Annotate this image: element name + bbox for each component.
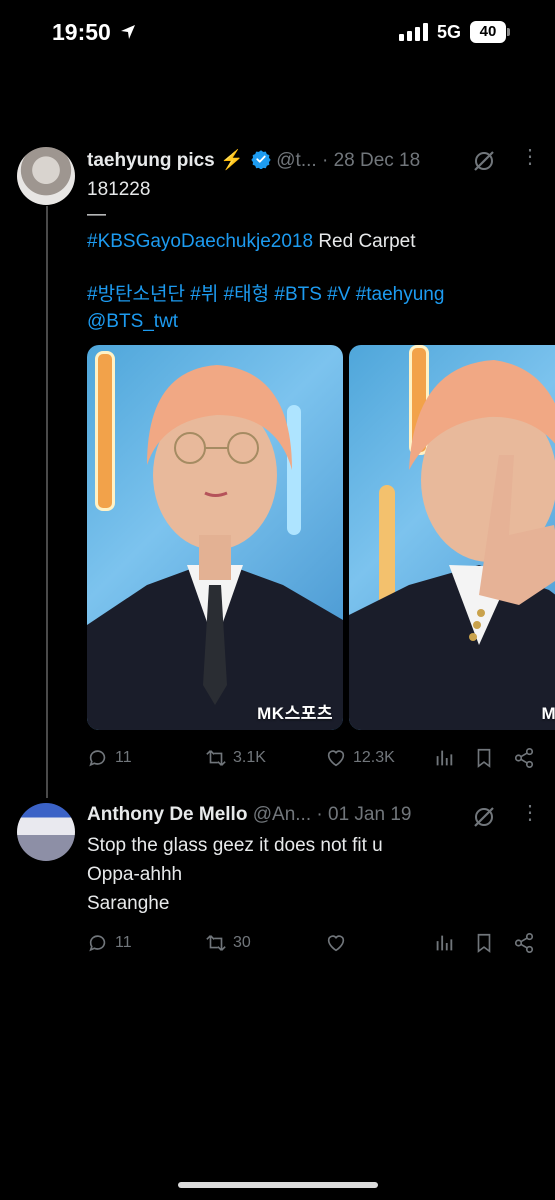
tweet-header: taehyung pics ⚡ @t... · 28 Dec 18 <box>87 148 420 174</box>
status-time: 19:50 <box>52 19 111 45</box>
bookmark-button[interactable] <box>473 745 495 771</box>
battery-level: 40 <box>470 21 506 43</box>
repost-button[interactable]: 3.1K <box>205 745 266 771</box>
views-chart-icon <box>436 935 453 951</box>
separator-dot: · <box>316 804 323 825</box>
reply-count: 11 <box>115 934 132 951</box>
bookmark-icon <box>477 933 491 953</box>
home-indicator[interactable] <box>178 1182 378 1188</box>
heart-icon <box>327 935 345 952</box>
tweet-text-line: Oppa-ahhh <box>87 864 183 885</box>
like-count: 12.3K <box>353 749 395 766</box>
reply-button[interactable]: 11 <box>87 930 132 956</box>
views-button[interactable] <box>433 930 455 956</box>
repost-count: 30 <box>233 934 251 951</box>
mention-link[interactable]: @BTS_twt <box>87 307 178 336</box>
thread-connector-line <box>46 206 48 798</box>
reply-count: 11 <box>115 749 132 766</box>
repost-icon <box>206 935 226 951</box>
repost-button[interactable]: 30 <box>205 930 251 956</box>
tweet-image[interactable]: MK스포츠 <box>87 345 343 730</box>
avatar[interactable] <box>17 147 75 205</box>
share-button[interactable] <box>513 930 535 956</box>
separator-dot: · <box>321 150 329 171</box>
tweet-actions: 11 3.1K 12.3K <box>87 745 547 771</box>
reply-icon <box>89 935 106 952</box>
handle[interactable]: @t... <box>276 150 316 171</box>
person-figure <box>87 365 343 730</box>
tweet-text-line: — <box>87 204 106 225</box>
grok-icon[interactable] <box>472 149 496 173</box>
repost-icon <box>206 750 226 766</box>
reply-icon <box>89 750 106 767</box>
tweet-actions: 11 30 <box>87 930 547 956</box>
share-icon <box>514 933 534 953</box>
views-chart-icon <box>436 750 453 766</box>
verified-badge-icon <box>251 150 271 170</box>
tweet-text-line: #KBSGayoDaechukje2018 Red Carpet <box>87 227 416 256</box>
signal-bars-icon <box>399 23 429 41</box>
image-watermark: MK <box>541 704 555 723</box>
avatar[interactable] <box>17 803 75 861</box>
grok-icon[interactable] <box>472 805 496 829</box>
share-icon <box>514 748 534 768</box>
location-arrow-icon <box>121 25 135 39</box>
bookmark-button[interactable] <box>473 930 495 956</box>
bolt-emoji: ⚡ <box>220 150 244 171</box>
tweet-text-line: Saranghe <box>87 893 170 914</box>
more-options-icon[interactable]: ⋮ <box>520 144 540 169</box>
reply-button[interactable]: 11 <box>87 745 132 771</box>
person-figure <box>349 360 555 730</box>
network-type: 5G <box>437 22 462 42</box>
tweet-header: Anthony De Mello @An... · 01 Jan 19 <box>87 804 411 830</box>
status-bar: 19:50 5G 40 <box>0 0 555 70</box>
like-button[interactable] <box>325 930 353 956</box>
more-options-icon[interactable]: ⋮ <box>520 800 540 825</box>
hashtag-link[interactable]: #KBSGayoDaechukje2018 <box>87 231 313 252</box>
like-button[interactable]: 12.3K <box>325 745 395 771</box>
tweet-image[interactable]: MK <box>349 345 555 730</box>
display-name[interactable]: taehyung pics <box>87 150 215 171</box>
heart-icon <box>327 750 345 767</box>
tweet-text-line: Stop the glass geez it does not fit u <box>87 835 383 856</box>
tweet-text-fragment: Red Carpet <box>313 231 416 252</box>
tweet-date[interactable]: 01 Jan 19 <box>328 804 411 825</box>
image-watermark: MK스포츠 <box>257 704 333 723</box>
views-button[interactable] <box>433 745 455 771</box>
handle[interactable]: @An... <box>253 804 311 825</box>
repost-count: 3.1K <box>233 749 266 766</box>
share-button[interactable] <box>513 745 535 771</box>
battery-icon: 40 <box>470 21 510 43</box>
tweet-date[interactable]: 28 Dec 18 <box>334 150 421 171</box>
hashtags-link[interactable]: #방탄소년단 #뷔 #태형 #BTS #V #taehyung <box>87 280 444 309</box>
bookmark-icon <box>477 748 491 768</box>
display-name[interactable]: Anthony De Mello <box>87 804 247 825</box>
